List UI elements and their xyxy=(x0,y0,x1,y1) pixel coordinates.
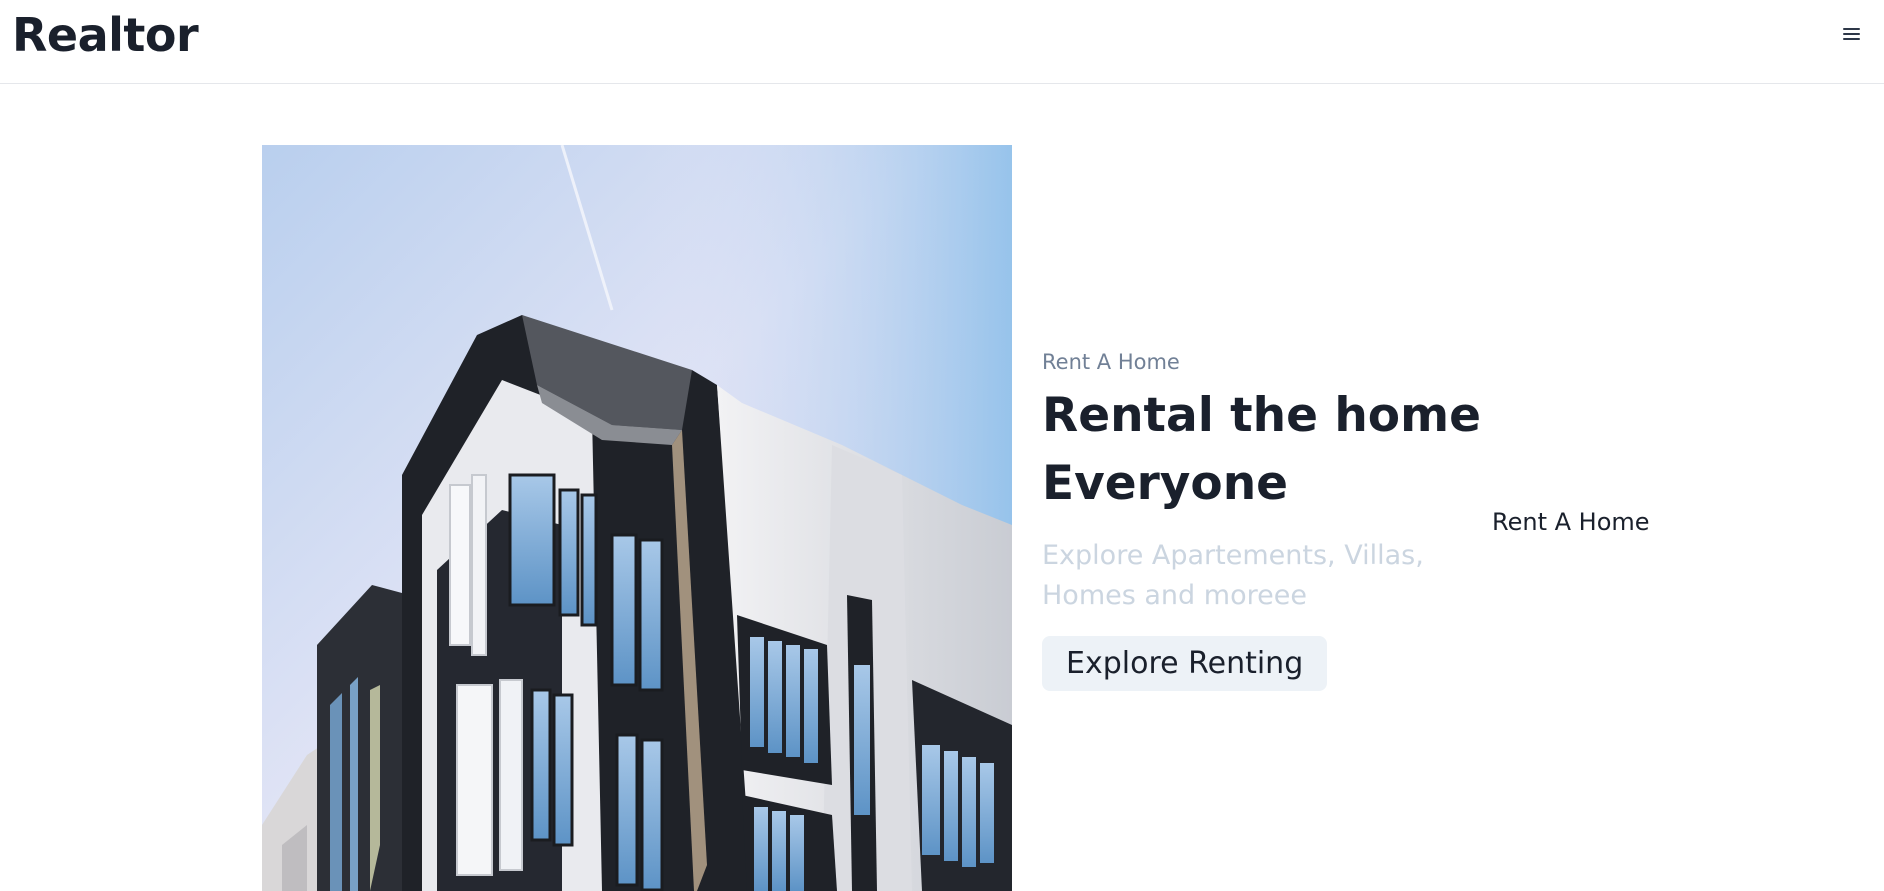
explore-renting-button[interactable]: Explore Renting xyxy=(1042,636,1328,691)
hero-headline: Rental the home Everyone xyxy=(1042,382,1482,518)
rent-a-home-label: Rent A Home xyxy=(1492,508,1650,536)
hamburger-menu-icon[interactable] xyxy=(1840,22,1864,46)
hero-subtext: Explore Apartements, Villas, Homes and m… xyxy=(1042,540,1424,611)
top-navbar: Realtor xyxy=(0,0,1884,84)
hero-eyebrow: Rent A Home xyxy=(1042,350,1180,374)
hero-headline-line2: Everyone xyxy=(1042,456,1289,511)
building-photo xyxy=(262,145,1012,891)
hero-headline-line1: Rental the home xyxy=(1042,388,1481,443)
brand-logo[interactable]: Realtor xyxy=(12,10,199,61)
hero-image xyxy=(262,145,1012,891)
hero-text-block: Rent A Home Rental the home Everyone Exp… xyxy=(1042,350,1482,691)
